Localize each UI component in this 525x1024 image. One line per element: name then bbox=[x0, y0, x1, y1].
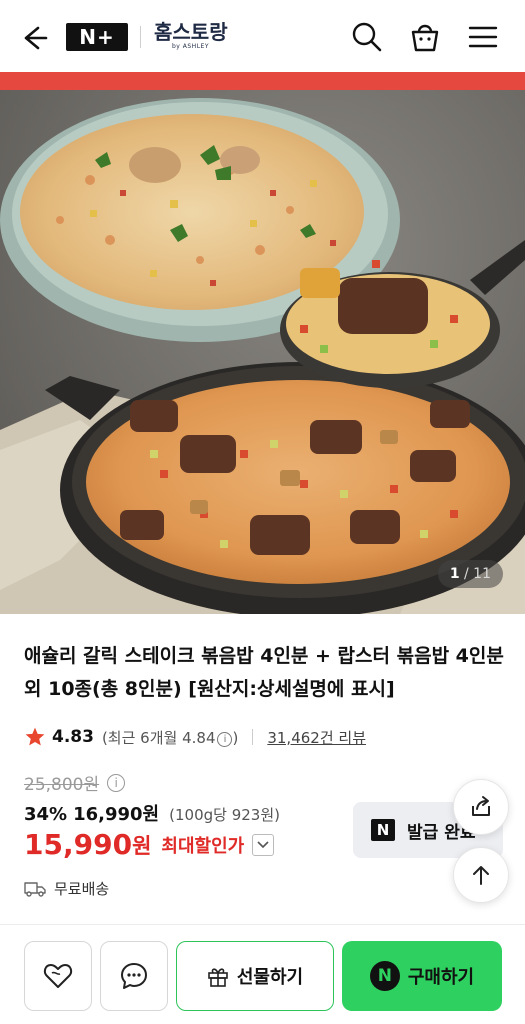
product-title: 애슐리 갈릭 스테이크 볶음밥 4인분 + 랍스터 볶음밥 4인분 외 10종(… bbox=[24, 645, 504, 700]
share-button[interactable] bbox=[453, 779, 509, 835]
gift-icon bbox=[208, 968, 228, 987]
image-counter-current: 1 bbox=[449, 566, 460, 582]
buy-now-button[interactable]: N 구매하기 bbox=[342, 941, 502, 1011]
chevron-down-icon[interactable] bbox=[252, 833, 275, 856]
shopping-bag-icon[interactable] bbox=[408, 20, 442, 54]
chat-bubble-icon bbox=[121, 963, 147, 989]
talk-talk-button[interactable] bbox=[100, 941, 168, 1011]
original-price: 25,800원 bbox=[24, 775, 100, 795]
review-count-link[interactable]: 31,462건 리뷰 bbox=[267, 727, 366, 748]
divider bbox=[252, 729, 254, 745]
image-counter-total: / 11 bbox=[464, 566, 491, 582]
discount-row: 34% 16,990원 (100g당 923원) bbox=[24, 800, 280, 826]
max-discount-row[interactable]: 15,990 원 최대할인가 bbox=[24, 828, 275, 861]
gift-button[interactable]: 선물하기 bbox=[176, 941, 334, 1011]
store-subtitle: by ASHLEY bbox=[172, 43, 209, 50]
recent-rating-close: ) bbox=[232, 728, 239, 747]
shipping-info: 무료배송 bbox=[24, 878, 109, 899]
discount-percent: 34% bbox=[24, 804, 68, 825]
scroll-to-top-button[interactable] bbox=[453, 847, 509, 903]
rating-value: 4.83 bbox=[52, 727, 94, 747]
bottom-action-bar: 선물하기 N 구매하기 bbox=[0, 924, 525, 1024]
share-icon bbox=[472, 796, 490, 816]
buy-label: 구매하기 bbox=[407, 967, 475, 988]
product-photo bbox=[0, 90, 525, 614]
promo-banner-strip[interactable] bbox=[0, 72, 525, 90]
back-arrow-icon[interactable] bbox=[18, 22, 50, 54]
max-discount-label: 최대할인가 bbox=[161, 835, 245, 857]
unit-price: (100g당 923원) bbox=[169, 806, 280, 824]
recent-rating-text: (최근 6개월 4.84 bbox=[101, 728, 216, 747]
rating-row: 4.83 (최근 6개월 4.84 i) 31,462건 리뷰 bbox=[24, 724, 366, 750]
recent-rating: (최근 6개월 4.84 i) bbox=[102, 727, 238, 748]
header-divider bbox=[140, 26, 141, 48]
naver-n-badge: N bbox=[371, 819, 395, 841]
heart-icon bbox=[43, 964, 73, 988]
shipping-label: 무료배송 bbox=[54, 880, 110, 898]
truck-icon bbox=[24, 881, 46, 897]
arrow-up-icon bbox=[473, 866, 489, 885]
wishlist-button[interactable] bbox=[24, 941, 92, 1011]
discount-price: 16,990원 bbox=[73, 804, 160, 825]
star-icon bbox=[25, 727, 45, 746]
image-counter: 1 / 11 bbox=[437, 560, 503, 588]
max-discount-price: 15,990 bbox=[24, 828, 133, 861]
price-info-icon[interactable]: i bbox=[107, 773, 126, 792]
original-price-row: 25,800원 i bbox=[24, 770, 126, 795]
max-discount-currency: 원 bbox=[132, 833, 152, 858]
product-image-carousel[interactable]: 1 / 11 bbox=[0, 90, 525, 614]
gift-label: 선물하기 bbox=[236, 967, 304, 988]
top-header: N+ 홈스토랑 by ASHLEY bbox=[0, 0, 525, 72]
naver-pay-badge: N bbox=[369, 961, 400, 991]
naver-plus-logo[interactable]: N+ bbox=[66, 23, 128, 51]
store-name[interactable]: 홈스토랑 bbox=[154, 20, 228, 44]
search-icon[interactable] bbox=[350, 20, 384, 54]
hamburger-menu-icon[interactable] bbox=[466, 20, 500, 54]
info-icon[interactable]: i bbox=[217, 731, 233, 747]
